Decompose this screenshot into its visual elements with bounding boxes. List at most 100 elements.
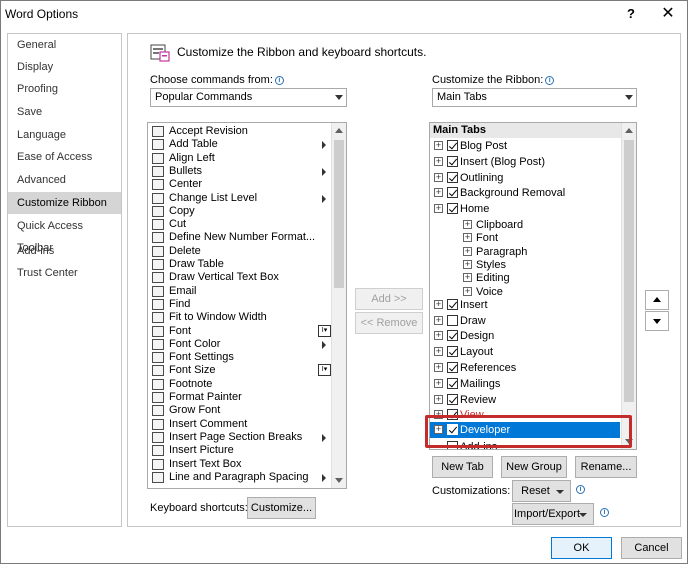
scroll-down-icon[interactable] <box>332 473 346 488</box>
command-item[interactable]: Email <box>148 285 328 298</box>
choose-commands-select[interactable]: Popular Commands <box>150 88 347 107</box>
expand-icon[interactable]: + <box>434 378 443 388</box>
command-item[interactable]: Line and Paragraph Spacing <box>148 471 328 484</box>
ribbon-tab-outlining[interactable]: + Outlining <box>430 170 625 186</box>
expand-icon[interactable]: + <box>463 246 472 256</box>
nav-item-language[interactable]: Language <box>8 124 121 146</box>
nav-item-save[interactable]: Save <box>8 101 121 123</box>
expand-icon[interactable]: + <box>463 233 472 243</box>
expand-icon[interactable]: + <box>463 220 472 229</box>
customize-ribbon-select[interactable]: Main Tabs <box>432 88 637 107</box>
nav-item-trust-center[interactable]: Trust Center <box>8 262 121 284</box>
ribbon-tab-references[interactable]: + References <box>430 360 625 376</box>
expand-icon[interactable]: + <box>434 331 443 341</box>
tab-checkbox[interactable] <box>447 140 458 151</box>
expand-icon[interactable]: + <box>434 347 443 357</box>
reset-button[interactable]: Reset <box>512 480 571 502</box>
expand-icon[interactable]: + <box>463 259 472 269</box>
expand-icon[interactable]: + <box>434 172 443 182</box>
tab-checkbox[interactable] <box>447 377 458 389</box>
ribbon-tab-insert[interactable]: + Insert <box>430 297 625 313</box>
customize-button[interactable]: Customize... <box>247 497 316 519</box>
tab-checkbox[interactable] <box>447 314 458 326</box>
command-item[interactable]: Draw Table <box>148 258 328 271</box>
scroll-thumb[interactable] <box>624 140 634 402</box>
ribbon-tab-layout[interactable]: + Layout <box>430 344 625 360</box>
commands-list[interactable]: Accept Revision Add Table Align Left Bullet… <box>147 122 347 489</box>
tab-checkbox[interactable] <box>447 362 458 373</box>
command-item[interactable]: Bullets <box>148 165 328 178</box>
command-item[interactable]: Font Color <box>148 338 328 351</box>
add-button[interactable]: Add >> <box>355 288 423 310</box>
tab-checkbox[interactable] <box>447 187 458 199</box>
command-item[interactable]: Copy <box>148 205 328 218</box>
nav-item-add-ins[interactable]: Add-ins <box>8 240 121 262</box>
tab-checkbox[interactable] <box>447 393 458 405</box>
remove-button[interactable]: << Remove <box>355 312 423 334</box>
command-item[interactable]: Font I▾ <box>148 324 331 338</box>
ribbon-tab-design[interactable]: + Design <box>430 328 625 344</box>
expand-icon[interactable]: + <box>434 363 443 372</box>
command-item[interactable]: Accept Revision <box>148 125 328 138</box>
cancel-button[interactable]: Cancel <box>621 537 682 559</box>
scroll-up-icon[interactable] <box>332 123 346 138</box>
close-icon[interactable]: ✕ <box>658 5 678 23</box>
import-export-button[interactable]: Import/Export <box>512 503 594 525</box>
command-item[interactable]: Insert Comment <box>148 418 328 431</box>
tab-checkbox[interactable] <box>447 171 458 183</box>
ribbon-tab-insert-blog-post-[interactable]: + Insert (Blog Post) <box>430 154 625 170</box>
expand-icon[interactable]: + <box>434 188 443 198</box>
expand-icon[interactable]: + <box>463 273 472 283</box>
expand-icon[interactable]: + <box>434 141 443 150</box>
nav-item-proofing[interactable]: Proofing <box>8 78 121 100</box>
nav-item-ease-of-access[interactable]: Ease of Access <box>8 146 121 168</box>
ribbon-tab-background-removal[interactable]: + Background Removal <box>430 185 625 201</box>
scroll-thumb[interactable] <box>334 140 344 288</box>
command-item[interactable]: Format Painter <box>148 391 328 404</box>
command-item[interactable]: Grow Font <box>148 404 328 417</box>
command-item[interactable]: Font Size I▾ <box>148 364 331 377</box>
command-item[interactable]: Find <box>148 298 328 311</box>
command-item[interactable]: Define New Number Format... <box>148 231 328 244</box>
ok-button[interactable]: OK <box>551 537 612 559</box>
ribbon-tab-home[interactable]: + Home <box>430 201 625 217</box>
command-item[interactable]: Change List Level <box>148 192 328 205</box>
command-item[interactable]: Fit to Window Width <box>148 311 328 324</box>
command-item[interactable]: Align Left <box>148 152 328 165</box>
command-item[interactable]: Cut <box>148 218 328 231</box>
expand-icon[interactable]: + <box>434 299 443 309</box>
new-group-button[interactable]: New Group <box>501 456 567 478</box>
nav-item-advanced[interactable]: Advanced <box>8 169 121 191</box>
expand-icon[interactable]: + <box>434 204 443 214</box>
commands-scrollbar[interactable] <box>331 123 346 488</box>
new-tab-button[interactable]: New Tab <box>432 456 493 478</box>
nav-item-quick-access-toolbar[interactable]: Quick Access Toolbar <box>8 215 121 254</box>
expand-icon[interactable]: + <box>434 315 443 325</box>
ribbon-tab-review[interactable]: + Review <box>430 392 625 408</box>
command-item[interactable]: Insert Page Section Breaks <box>148 431 328 444</box>
ribbon-tab-mailings[interactable]: + Mailings <box>430 376 625 392</box>
nav-item-general[interactable]: General <box>8 34 121 56</box>
tab-checkbox[interactable] <box>447 203 458 215</box>
expand-icon[interactable]: + <box>434 394 443 404</box>
nav-item-customize-ribbon[interactable]: Customize Ribbon <box>8 192 121 214</box>
command-item[interactable]: Footnote <box>148 378 328 391</box>
nav-item-display[interactable]: Display <box>8 56 121 78</box>
move-down-icon[interactable] <box>645 311 669 331</box>
ribbon-tab-draw[interactable]: + Draw <box>430 313 625 329</box>
command-item[interactable]: Font Settings <box>148 351 328 364</box>
ribbon-tabs-tree[interactable]: Main Tabs + Blog Post + Insert (Blog Post) +… <box>429 122 637 450</box>
command-item[interactable]: Draw Vertical Text Box <box>148 271 328 284</box>
ribbon-tab-blog-post[interactable]: + Blog Post <box>430 138 625 154</box>
rename-button[interactable]: Rename... <box>575 456 637 478</box>
tab-checkbox[interactable] <box>447 155 458 167</box>
command-item[interactable]: Insert Text Box <box>148 458 328 471</box>
move-up-icon[interactable] <box>645 290 669 310</box>
tab-checkbox[interactable] <box>447 346 458 358</box>
command-item[interactable]: Add Table <box>148 138 328 151</box>
command-item[interactable]: Center <box>148 178 328 191</box>
scroll-up-icon[interactable] <box>622 123 636 138</box>
command-item[interactable]: Insert Picture <box>148 444 328 457</box>
expand-icon[interactable]: + <box>463 286 472 296</box>
command-item[interactable]: Delete <box>148 245 328 258</box>
